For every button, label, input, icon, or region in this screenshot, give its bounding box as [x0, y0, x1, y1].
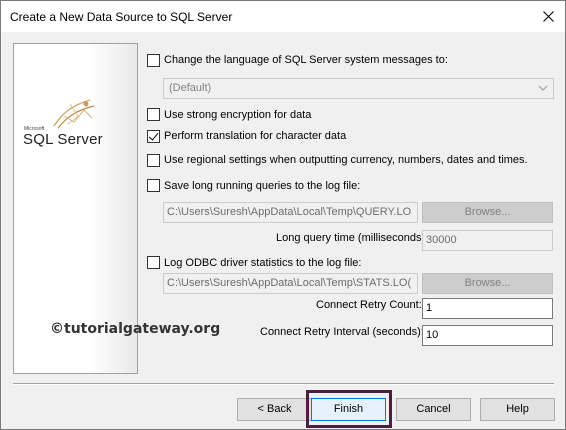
window-title: Create a New Data Source to SQL Server — [10, 10, 233, 24]
watermark-text: ©tutorialgateway.org — [50, 321, 221, 337]
title-bar: Create a New Data Source to SQL Server — [1, 1, 565, 32]
close-icon — [542, 11, 554, 22]
long-queries-path-value: C:\Users\Suresh\AppData\Local\Temp\QUERY… — [167, 206, 412, 218]
odbc-stats-path-value: C:\Users\Suresh\AppData\Local\Temp\STATS… — [167, 277, 412, 289]
sql-server-logo-icon — [53, 99, 95, 129]
footer-separator — [13, 383, 554, 385]
long-query-time-input: 30000 — [422, 230, 553, 251]
language-select-value: (Default) — [169, 82, 212, 94]
long-queries-label: Save long running queries to the log fil… — [164, 180, 361, 192]
language-select: (Default) — [163, 78, 554, 99]
odbc-stats-browse-button: Browse... — [422, 273, 553, 294]
odbc-stats-label: Log ODBC driver statistics to the log fi… — [164, 257, 362, 269]
finish-highlight-box — [306, 390, 392, 428]
long-queries-browse-button: Browse... — [422, 202, 553, 223]
retry-interval-label: Connect Retry Interval (seconds): — [260, 326, 424, 338]
retry-count-label: Connect Retry Count: — [316, 299, 422, 311]
retry-interval-input[interactable]: 10 — [422, 325, 553, 346]
strong-encryption-checkbox[interactable] — [147, 108, 160, 121]
retry-count-value: 1 — [426, 302, 433, 314]
strong-encryption-label: Use strong encryption for data — [164, 109, 312, 121]
help-button[interactable]: Help — [480, 398, 555, 421]
long-query-time-value: 30000 — [426, 234, 457, 246]
retry-interval-value: 10 — [426, 329, 439, 341]
odbc-stats-checkbox[interactable] — [147, 256, 160, 269]
change-language-label: Change the language of SQL Server system… — [164, 54, 448, 66]
regional-settings-checkbox[interactable] — [147, 154, 160, 167]
regional-settings-label: Use regional settings when outputting cu… — [164, 154, 528, 166]
translation-checkbox[interactable] — [147, 130, 160, 143]
close-button[interactable] — [531, 1, 565, 32]
logo-sql-server-text: SQL Server — [23, 131, 103, 148]
translation-label: Perform translation for character data — [164, 130, 347, 142]
long-queries-checkbox[interactable] — [147, 179, 160, 192]
long-query-time-label: Long query time (milliseconds): — [276, 232, 429, 244]
chevron-down-icon — [538, 85, 548, 91]
cancel-button[interactable]: Cancel — [396, 398, 471, 421]
odbc-stats-path-input: C:\Users\Suresh\AppData\Local\Temp\STATS… — [163, 273, 418, 294]
change-language-checkbox[interactable] — [147, 54, 160, 67]
dialog-window: Create a New Data Source to SQL Server M… — [0, 0, 566, 430]
long-queries-path-input: C:\Users\Suresh\AppData\Local\Temp\QUERY… — [163, 202, 418, 223]
retry-count-input[interactable]: 1 — [422, 298, 553, 319]
back-button[interactable]: < Back — [237, 398, 312, 421]
